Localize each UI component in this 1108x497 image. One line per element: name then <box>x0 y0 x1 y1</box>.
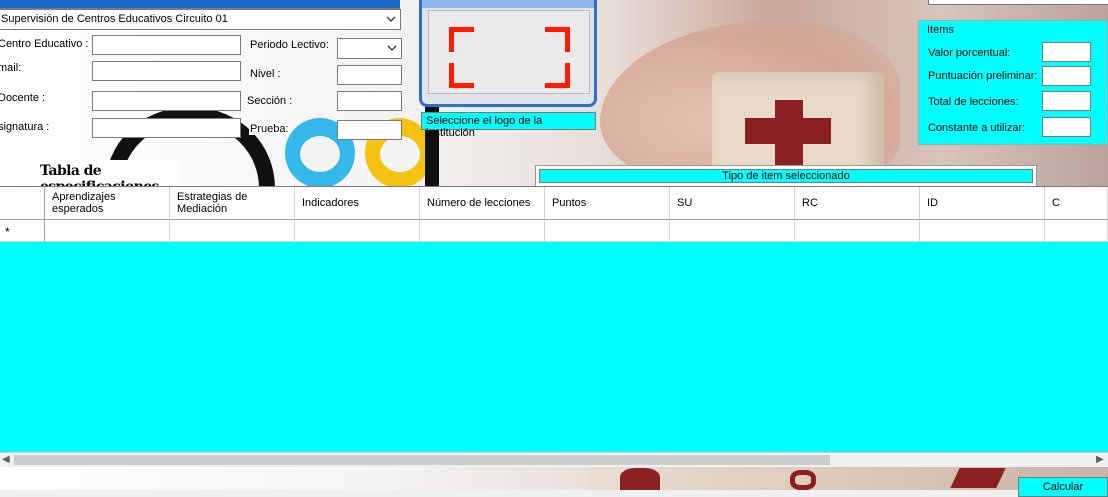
red-cross-horizontal <box>745 118 831 144</box>
logo-letter-d-hole <box>380 136 420 172</box>
new-row-marker: * <box>5 225 10 239</box>
centro-educativo-field[interactable] <box>92 35 241 55</box>
constante-field[interactable] <box>1042 117 1091 137</box>
calcular-button[interactable]: Calcular <box>1018 477 1108 497</box>
centro-educativo-label: Centro Educativo : <box>0 38 89 50</box>
logo-letter-e-hole <box>300 136 340 172</box>
new-row-cell[interactable] <box>295 220 420 242</box>
new-row-cell[interactable] <box>170 220 295 242</box>
email-label: mail: <box>0 62 22 74</box>
column-header-id[interactable]: ID <box>920 187 1045 220</box>
items-legend: Items <box>927 24 954 36</box>
column-header-rc[interactable]: RC <box>795 187 920 220</box>
asignatura-field[interactable] <box>92 118 241 138</box>
logo-picker-label[interactable]: Seleccione el logo de la institución <box>421 112 596 139</box>
new-row-cell[interactable] <box>670 220 795 242</box>
new-row-cell[interactable] <box>1045 220 1108 242</box>
supervision-combo[interactable]: Supervisión de Centros Educativos Circui… <box>0 9 401 30</box>
seccion-label: Sección : <box>247 95 293 107</box>
grid-corner-header[interactable] <box>0 187 45 220</box>
items-panel: Items Valor porcentual: Puntuación preli… <box>918 20 1108 145</box>
horizontal-scrollbar[interactable]: ◀ ▶ <box>0 452 1108 467</box>
new-row-cell[interactable] <box>795 220 920 242</box>
nivel-label: Nivel : <box>250 68 281 80</box>
background-bottom-shape <box>620 468 660 490</box>
constante-label: Constante a utilizar: <box>928 122 1026 134</box>
frame-corner-icon <box>449 27 474 52</box>
scrollbar-thumb[interactable] <box>14 455 830 465</box>
chevron-down-icon <box>386 16 396 22</box>
column-header-indicadores[interactable]: Indicadores <box>295 187 420 220</box>
tipo-item-panel: Tipo de item seleccionado <box>535 165 1037 187</box>
new-row-cell[interactable] <box>920 220 1045 242</box>
table-title: Tabla de especificaciones <box>35 160 180 195</box>
background-bottom-shape <box>790 470 816 490</box>
prueba-label: Prueba: <box>249 123 290 135</box>
column-header-estrategias[interactable]: Estrategias de Mediación <box>170 187 295 220</box>
new-row-cell[interactable] <box>45 220 170 242</box>
column-header-c[interactable]: C <box>1045 187 1108 220</box>
asignatura-label: signatura : <box>0 121 50 133</box>
column-header-lecciones[interactable]: Número de lecciones <box>420 187 545 220</box>
prueba-field[interactable] <box>337 120 402 140</box>
supervision-value: Supervisión de Centros Educativos Circui… <box>1 13 228 25</box>
column-header-su[interactable]: SU <box>670 187 795 220</box>
new-row-header[interactable]: * <box>0 220 45 242</box>
seccion-field[interactable] <box>337 91 402 111</box>
nivel-field[interactable] <box>337 65 402 85</box>
valor-porcentual-label: Valor porcentual: <box>928 47 1011 59</box>
puntuacion-preliminar-field[interactable] <box>1042 66 1091 86</box>
valor-porcentual-field[interactable] <box>1042 42 1091 62</box>
column-header-puntos[interactable]: Puntos <box>545 187 670 220</box>
email-field[interactable] <box>92 61 241 81</box>
new-row-cell[interactable] <box>545 220 670 242</box>
periodo-lectivo-combo[interactable] <box>337 38 402 59</box>
top-selected-field[interactable] <box>0 0 400 9</box>
frame-corner-icon <box>545 27 570 52</box>
periodo-lectivo-label: Periodo Lectivo: <box>250 39 329 51</box>
tipo-item-label[interactable]: Tipo de item seleccionado <box>539 169 1033 183</box>
total-lecciones-field[interactable] <box>1042 91 1091 111</box>
logo-picker-area[interactable] <box>428 10 590 94</box>
logo-picker[interactable] <box>419 0 597 107</box>
frame-corner-icon <box>545 63 570 88</box>
docente-label: Docente : <box>0 92 46 104</box>
puntuacion-preliminar-label: Puntuación preliminar: <box>928 70 1038 82</box>
logo-picker-header <box>422 0 594 8</box>
chevron-down-icon <box>387 45 397 51</box>
scroll-right-icon[interactable]: ▶ <box>1096 454 1104 465</box>
frame-corner-icon <box>449 63 474 88</box>
total-lecciones-label: Total de lecciones: <box>928 96 1019 108</box>
specifications-grid[interactable]: * Aprendizajes esperados Estrategias de … <box>0 186 1108 453</box>
new-row-cell[interactable] <box>420 220 545 242</box>
docente-field[interactable] <box>92 91 241 111</box>
top-right-field[interactable] <box>928 0 1108 5</box>
column-header-aprendizajes[interactable]: Aprendizajes esperados <box>45 187 170 220</box>
scroll-left-icon[interactable]: ◀ <box>2 454 10 465</box>
background-bottom-shape <box>950 468 1006 488</box>
